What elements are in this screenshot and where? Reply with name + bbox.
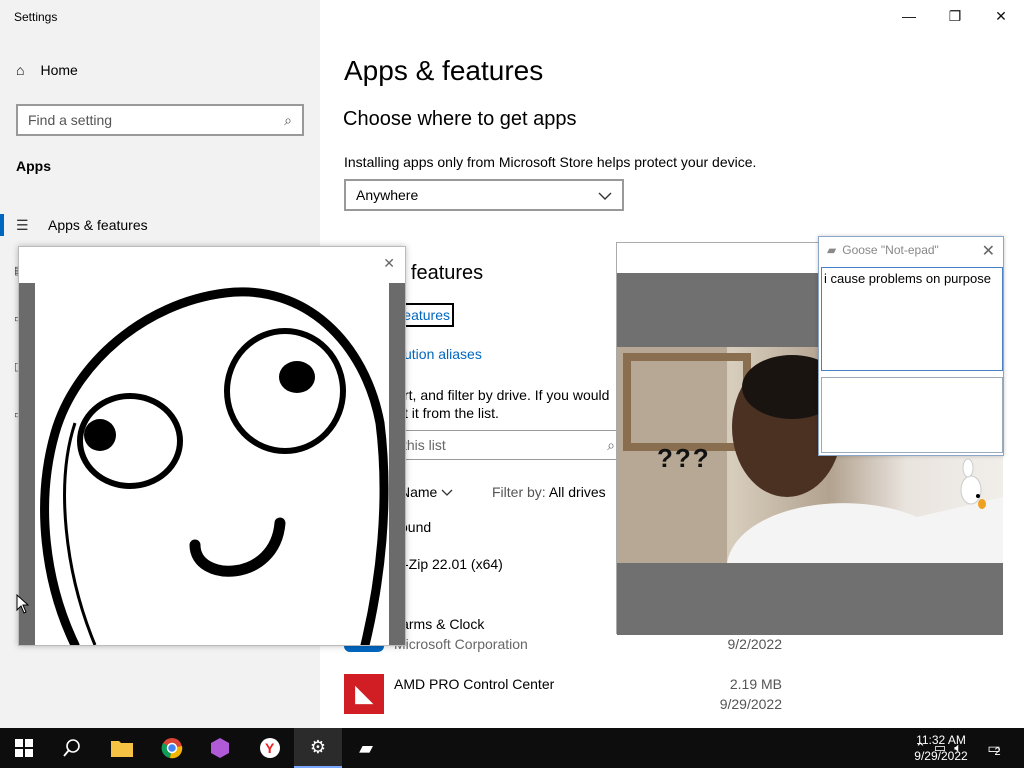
mouse-cursor-icon xyxy=(16,594,30,614)
not-epad-secondary-textarea[interactable] xyxy=(821,377,1003,453)
sidebar-item-home[interactable]: ⌂ Home xyxy=(16,62,78,78)
notification-center-button[interactable]: ▭ 2 xyxy=(974,728,1014,768)
settings-taskbar-button[interactable]: ⚙ xyxy=(294,728,342,768)
find-setting-input[interactable]: Find a setting ⌕ xyxy=(16,104,304,136)
windows-icon xyxy=(15,739,33,757)
page-title: Apps & features xyxy=(344,55,544,86)
not-epad-taskbar-button[interactable]: ▰ xyxy=(342,728,390,768)
search-icon: ⌕ xyxy=(607,436,615,453)
search-icon xyxy=(63,739,80,757)
app-source-dropdown[interactable]: Anywhere xyxy=(344,179,624,211)
search-description-line: rt, and filter by drive. If you would xyxy=(404,387,610,403)
not-epad-titlebar: ▰ Goose "Not-epad" xyxy=(827,243,939,257)
search-description-line: t it from the list. xyxy=(404,405,499,421)
execution-aliases-link[interactable]: ution aliases xyxy=(404,346,482,362)
svg-text:Y: Y xyxy=(265,740,275,756)
notification-count: 2 xyxy=(994,746,1001,758)
sidebar-item-label: Apps & features xyxy=(48,217,148,233)
notepad-icon: ▰ xyxy=(359,737,373,758)
meme-side-bar xyxy=(389,283,405,645)
chevron-down-icon xyxy=(598,187,612,203)
app-date: 9/2/2022 xyxy=(727,636,783,652)
sort-by-dropdown[interactable]: Name xyxy=(400,484,453,500)
choose-apps-heading: Choose where to get apps xyxy=(343,108,577,130)
close-icon[interactable]: ✕ xyxy=(383,255,395,272)
video-caption: ??? xyxy=(657,443,711,473)
close-icon[interactable]: ✕ xyxy=(982,241,995,261)
clock-date: 9/29/2022 xyxy=(914,749,968,763)
minimize-button[interactable]: — xyxy=(886,0,932,32)
taskbar-search-button[interactable] xyxy=(48,728,96,768)
gear-icon: ⚙ xyxy=(309,736,327,757)
home-icon: ⌂ xyxy=(16,62,25,78)
meme-popup-window[interactable]: ✕ xyxy=(18,246,406,650)
chevron-down-icon xyxy=(441,484,453,500)
sidebar-section-apps: Apps xyxy=(16,158,51,174)
search-icon: ⌕ xyxy=(284,111,292,128)
filter-by-dropdown[interactable]: Filter by: All drives xyxy=(492,484,606,500)
file-explorer-taskbar-button[interactable] xyxy=(98,728,146,768)
restore-button[interactable]: ❐ xyxy=(932,0,978,32)
not-epad-window[interactable]: ▰ Goose "Not-epad" ✕ i cause problems on… xyxy=(818,236,1004,456)
app-name[interactable]: AMD PRO Control Center xyxy=(394,676,554,692)
taskbar: Y ⚙ ▰ ⌃ ▭ 🔈︎ 11:32 AM 9/29/2022 ▭ 2 xyxy=(0,728,1024,768)
search-list-input[interactable]: this list ⌕ xyxy=(392,430,620,460)
clock-time: 11:32 AM xyxy=(916,733,966,747)
hexagon-icon xyxy=(211,738,229,758)
not-epad-title: Goose "Not-epad" xyxy=(842,243,939,257)
notepad-icon: ▰ xyxy=(827,243,837,257)
app-publisher: Microsoft Corporation xyxy=(394,636,528,652)
meme-side-bar xyxy=(19,283,35,645)
start-button[interactable] xyxy=(0,728,48,768)
desktop-goose[interactable] xyxy=(956,458,986,510)
app-size: 2.19 MB xyxy=(729,676,782,692)
yandex-icon: Y xyxy=(260,738,280,758)
chrome-icon xyxy=(161,738,183,759)
find-setting-placeholder: Find a setting xyxy=(28,112,113,128)
system-clock[interactable]: 11:32 AM 9/29/2022 xyxy=(896,732,986,764)
search-list-placeholder: this list xyxy=(403,437,446,453)
app-name[interactable]: larms & Clock xyxy=(398,616,484,632)
active-marker xyxy=(0,214,4,236)
dropdown-value: Anywhere xyxy=(356,187,419,203)
folder-icon xyxy=(111,741,133,757)
home-label: Home xyxy=(40,62,78,78)
yandex-taskbar-button[interactable]: Y xyxy=(246,728,294,768)
store-description: Installing apps only from Microsoft Stor… xyxy=(344,154,757,170)
window-controls: — ❐ ✕ xyxy=(886,0,1024,32)
shapes-app-taskbar-button[interactable] xyxy=(196,728,244,768)
chrome-taskbar-button[interactable] xyxy=(148,728,196,768)
close-button[interactable]: ✕ xyxy=(978,0,1024,32)
search-description: rt, and filter by drive. If you would t … xyxy=(404,386,619,422)
app-date: 9/29/2022 xyxy=(719,696,782,712)
filter-value: All drives xyxy=(548,484,606,500)
app-name[interactable]: -Zip 22.01 (x64) xyxy=(404,556,503,572)
derp-face-image xyxy=(35,283,389,650)
sidebar-item-apps-features[interactable]: ☰ Apps & features xyxy=(0,207,320,243)
not-epad-textarea[interactable]: i cause problems on purpose xyxy=(821,267,1003,371)
filter-label: Filter by: xyxy=(492,484,546,500)
window-title: Settings xyxy=(14,10,58,24)
list-icon: ☰ xyxy=(16,216,29,233)
amd-app-icon: ◣ xyxy=(344,674,384,714)
